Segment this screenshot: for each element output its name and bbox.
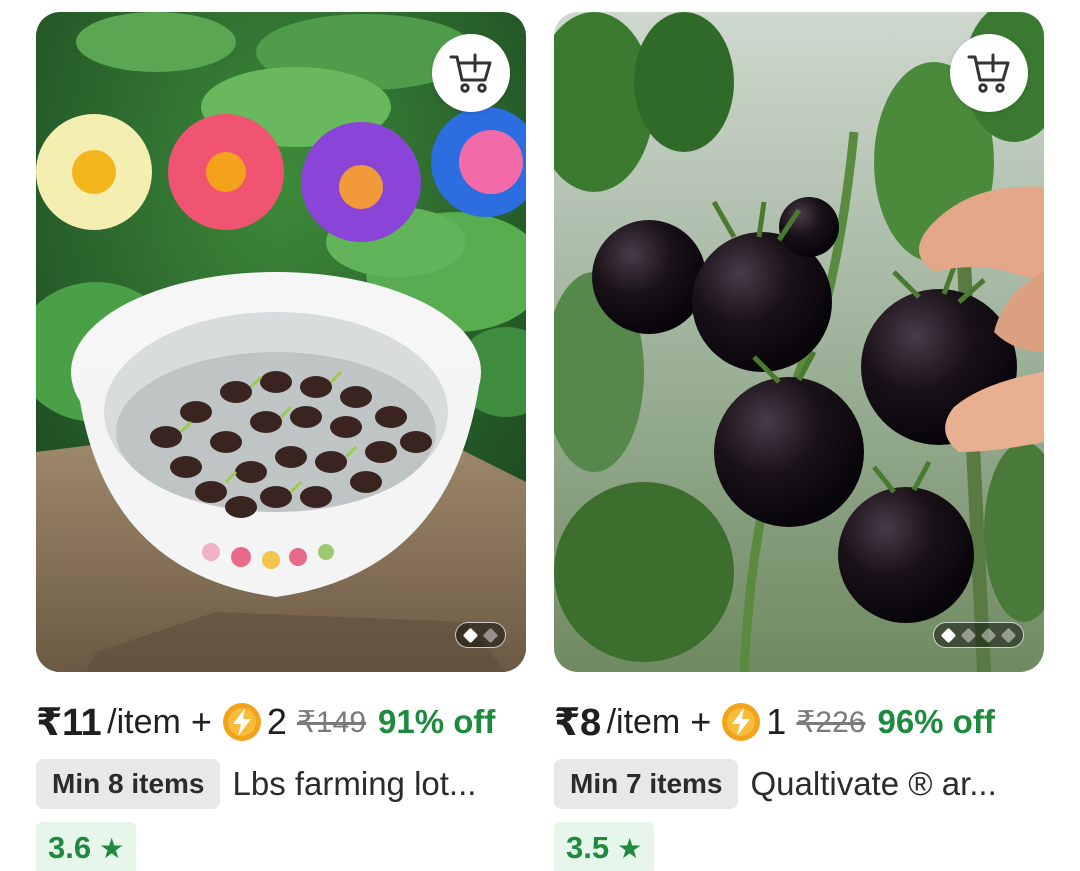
rating-value: 3.5 <box>566 830 610 865</box>
product-grid: ₹11 /item + 2 ₹149 91% off Min 8 items L… <box>0 0 1080 871</box>
add-to-cart-button[interactable] <box>432 34 510 112</box>
product-title[interactable]: Qualtivate ® ar... <box>750 765 996 803</box>
original-price: ₹226 <box>796 705 866 739</box>
carousel-dot <box>462 627 479 643</box>
rating-badge: 3.5 ★ <box>554 822 655 871</box>
price: ₹11 <box>36 701 102 744</box>
rating-row: 3.5 ★ <box>554 822 1044 871</box>
min-items-badge: Min 8 items <box>36 759 221 809</box>
rating-row: 3.6 ★ <box>36 822 526 871</box>
add-to-cart-button[interactable] <box>950 34 1028 112</box>
image-carousel-indicator <box>455 622 506 648</box>
coin-amount: 2 <box>266 701 287 742</box>
carousel-dot <box>960 627 977 643</box>
price-unit: /item <box>107 702 181 741</box>
plus-sign: + <box>190 701 212 742</box>
original-price: ₹149 <box>296 705 367 739</box>
carousel-dot <box>482 627 499 643</box>
discount-label: 96% off <box>877 703 995 740</box>
add-to-cart-icon <box>449 53 492 93</box>
title-row: Min 7 items Qualtivate ® ar... <box>554 758 1044 810</box>
price: ₹8 <box>554 701 601 744</box>
black-tomatoes-image <box>554 12 1044 672</box>
price-row: ₹8 /item + 1 ₹226 96% off <box>554 696 1044 748</box>
min-items-badge: Min 7 items <box>554 759 739 809</box>
carousel-dot <box>1000 627 1017 643</box>
discount-label: 91% off <box>378 703 496 740</box>
lightning-coin-icon <box>722 703 761 741</box>
price-unit: /item <box>606 702 681 741</box>
lotus-seeds-bowl-image <box>36 12 526 672</box>
product-title[interactable]: Lbs farming lot... <box>232 765 476 803</box>
rating-badge: 3.6 ★ <box>36 822 137 871</box>
price-row: ₹11 /item + 2 ₹149 91% off <box>36 696 526 748</box>
image-carousel-indicator <box>933 622 1024 648</box>
rating-value: 3.6 <box>48 830 92 865</box>
product-card[interactable]: ₹11 /item + 2 ₹149 91% off Min 8 items L… <box>36 12 526 871</box>
lightning-coin-icon <box>222 703 261 741</box>
plus-sign: + <box>690 701 712 742</box>
title-row: Min 8 items Lbs farming lot... <box>36 758 526 810</box>
carousel-dot <box>980 627 997 643</box>
star-icon: ★ <box>99 832 125 864</box>
star-icon: ★ <box>617 832 643 864</box>
product-image[interactable] <box>36 12 526 672</box>
add-to-cart-icon <box>967 53 1010 93</box>
carousel-dot <box>940 627 957 643</box>
product-card[interactable]: ₹8 /item + 1 ₹226 96% off Min 7 items Qu… <box>554 12 1044 871</box>
coin-amount: 1 <box>766 701 787 742</box>
product-image[interactable] <box>554 12 1044 672</box>
